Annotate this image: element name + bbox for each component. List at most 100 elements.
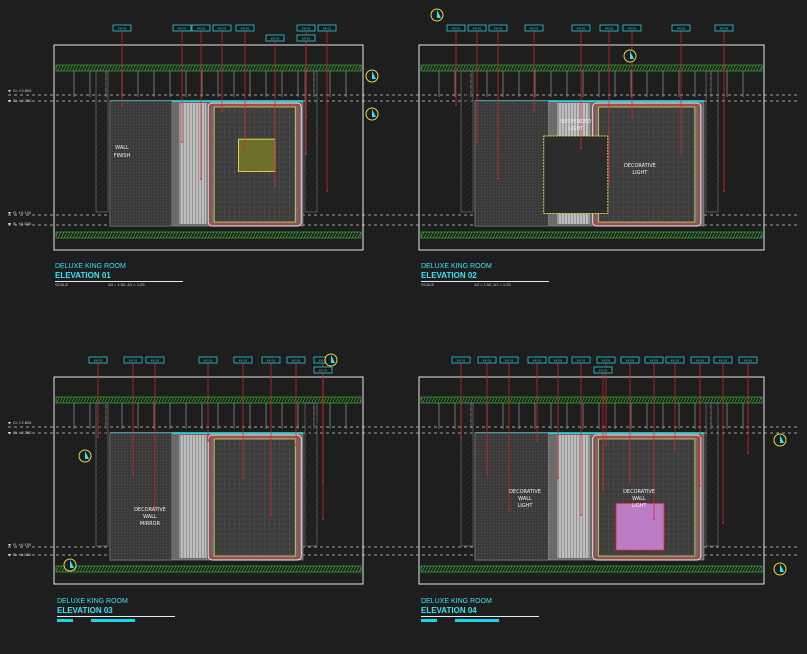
leader-dot	[200, 178, 202, 180]
material-tag: XX-01	[644, 356, 664, 364]
annotation-note: DECORATIVE	[623, 489, 655, 495]
headboard-panel	[615, 502, 665, 551]
room-label: DELUXE KING ROOM	[57, 598, 128, 605]
material-tag-text: XX-01	[744, 359, 753, 363]
leader-dot	[244, 147, 246, 149]
section-marker-icon	[365, 107, 379, 121]
leader-dot	[602, 489, 604, 491]
scale-value: A3 = 1:50, A1 = 1:25	[108, 282, 145, 287]
section-marker-icon	[365, 69, 379, 83]
ceiling-slab	[420, 64, 763, 72]
title-underline	[421, 616, 539, 617]
material-tag: XX-01	[212, 24, 232, 32]
scale-bar	[455, 619, 499, 622]
material-tag-text: XX-01	[151, 359, 160, 363]
leader-dot	[295, 444, 297, 446]
material-tag: XX-01	[690, 356, 710, 364]
ceiling-slab	[55, 396, 362, 404]
floor-slab	[55, 231, 362, 239]
room-label: DELUXE KING ROOM	[55, 263, 126, 270]
material-tag-text: XX-01	[626, 359, 635, 363]
material-tag-text: XX-01	[719, 359, 728, 363]
side-column	[460, 70, 474, 213]
material-tag: XX-01	[233, 356, 253, 364]
material-tag: XX-01	[235, 24, 255, 32]
elevation-drawings-canvas: CL +2.850 CL +2.700 FL +0.150 FL +0.000 CL +…	[8, 8, 800, 585]
level-marker: CL +2.700	[13, 99, 31, 103]
material-tag-text: XX-01	[204, 359, 213, 363]
material-tag-text: XX-01	[602, 359, 611, 363]
material-tag: XX-01	[261, 356, 281, 364]
elevation-label: ELEVATION 01	[55, 271, 111, 280]
leader-dot	[653, 518, 655, 520]
section-marker-icon	[430, 8, 444, 22]
leader-dot	[270, 514, 272, 516]
annotation-note: WALL	[115, 145, 129, 151]
material-tag: XX-01	[571, 356, 591, 364]
leader-dot	[460, 436, 462, 438]
material-tag-text: XX-01	[271, 37, 280, 41]
leader-dot	[242, 477, 244, 479]
material-tag: XX-01	[524, 24, 544, 32]
vertical-slat-panel	[179, 435, 207, 558]
material-tag-text: XX-01	[628, 27, 637, 31]
material-tag-text: XX-01	[129, 359, 138, 363]
elevation-drawing-03: XX-01 XX-01 XX-01 XX-01 XX-01 XX-01 XX-01 XX-01…	[53, 353, 364, 585]
scale-value: A3 = 1:50, A1 = 1:25	[474, 282, 511, 287]
material-tag: XX-01	[191, 24, 211, 32]
material-tag-text: XX-01	[218, 27, 227, 31]
section-marker-icon	[63, 558, 77, 572]
leader-dot	[497, 178, 499, 180]
material-tag-text: XX-01	[197, 27, 206, 31]
leader-dot	[132, 473, 134, 475]
floor-slab	[420, 565, 763, 573]
material-tag-text: XX-01	[650, 359, 659, 363]
elevation-drawing-01: XX-01 XX-01 XX-01 XX-01 XX-01 XX-01 XX-01 XX-01…	[53, 24, 379, 251]
leader-dot	[476, 141, 478, 143]
vertical-slat-panel	[179, 103, 207, 224]
material-tag-text: XX-01	[577, 359, 586, 363]
cad-sheet: CL +2.850 CL +2.700 FL +0.150 FL +0.000 CL +…	[0, 0, 807, 650]
level-marker: CL +2.850	[13, 421, 31, 425]
material-tag-text: XX-01	[720, 27, 729, 31]
material-tag: XX-01	[714, 24, 734, 32]
material-tag: XX-01	[593, 366, 613, 374]
level-marker: FL +0.150	[13, 543, 31, 547]
material-tag: XX-01	[265, 34, 285, 42]
material-tag: XX-01	[527, 356, 547, 364]
material-tag-text: XX-01	[323, 27, 332, 31]
leader-dot	[605, 444, 607, 446]
scale-label: SCALE	[55, 282, 69, 287]
material-tag-text: XX-01	[696, 359, 705, 363]
material-tag-text: XX-01	[452, 27, 461, 31]
leader-dot	[326, 190, 328, 192]
material-tag-text: XX-01	[505, 359, 514, 363]
level-arrow-icon	[8, 212, 11, 215]
material-tag: XX-01	[313, 366, 333, 374]
material-tag-text: XX-01	[239, 359, 248, 363]
leader-dot	[305, 153, 307, 155]
side-column	[304, 402, 318, 547]
section-marker-icon	[773, 433, 787, 447]
leader-dot	[722, 522, 724, 524]
scale-row: SCALE A3 = 1:50, A1 = 1:25	[421, 282, 549, 287]
material-tag-text: XX-01	[530, 27, 539, 31]
leader-dot	[121, 104, 123, 106]
material-tag: XX-01	[317, 24, 337, 32]
annotation-note: WALL	[143, 514, 157, 520]
material-tag-text: XX-01	[302, 27, 311, 31]
annotation-note: LIGHT	[518, 503, 534, 509]
material-tag-text: XX-01	[494, 27, 503, 31]
leader-dot	[699, 485, 701, 487]
material-tag: XX-01	[713, 356, 733, 364]
level-marker: CL +2.850	[13, 89, 31, 93]
wall-texture-panel	[474, 100, 549, 227]
leader-dot	[723, 190, 725, 192]
ceiling-slab	[55, 64, 362, 72]
room-label: DELUXE KING ROOM	[421, 263, 492, 270]
material-tag-text: XX-01	[483, 359, 492, 363]
leader-dot	[322, 518, 324, 520]
level-arrow-icon	[8, 544, 11, 547]
leader-dot	[274, 184, 276, 186]
material-tag-text: XX-01	[178, 27, 187, 31]
